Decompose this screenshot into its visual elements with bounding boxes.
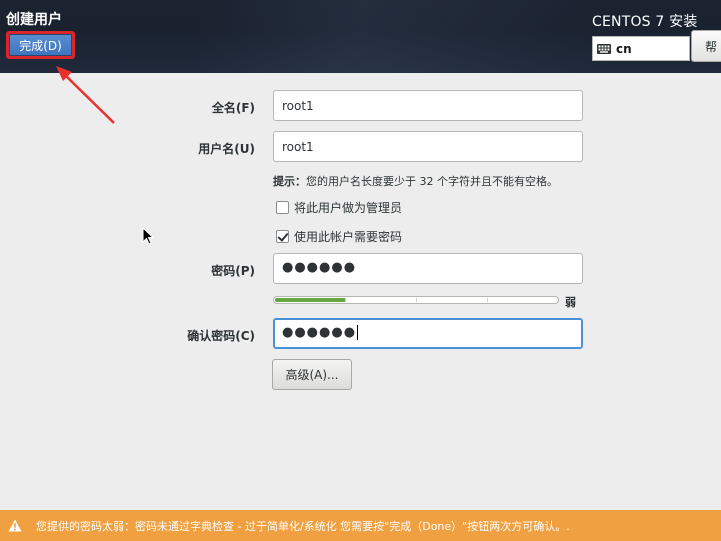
product-title: CENTOS 7 安装 [592,14,698,30]
keyboard-icon [597,43,611,54]
keyboard-layout-indicator[interactable]: cn [592,36,690,61]
text-caret [357,325,359,340]
confirm-password-label: 确认密码(C) [187,329,255,343]
username-label: 用户名(U) [198,142,255,156]
password-strength-bar [273,296,559,304]
confirm-password-value: ●●●●●● [282,325,357,340]
advanced-button[interactable]: 高级(A)... [272,359,352,390]
admin-checkbox-label: 将此用户做为管理员 [294,201,403,215]
warning-icon [8,519,22,532]
hint-bold: 提示： [273,175,306,188]
admin-checkbox[interactable] [276,201,289,214]
require-password-checkbox-label: 使用此帐户需要密码 [294,230,403,244]
strength-divider [345,298,346,302]
warning-text: 您提供的密码太弱：密码未通过字典检查 - 过于简单化/系统化 您需要按"完成（D… [36,519,570,533]
strength-divider [487,298,488,302]
password-input[interactable]: ●●●●●● [273,253,583,284]
page-title: 创建用户 [6,12,62,28]
require-password-checkbox[interactable] [276,230,289,243]
done-button[interactable]: 完成(D) [6,31,75,59]
username-input[interactable]: root1 [273,131,583,162]
warning-bar[interactable]: 您提供的密码太弱：密码未通过字典检查 - 过于简单化/系统化 您需要按"完成（D… [0,510,721,541]
admin-checkbox-row[interactable]: 将此用户做为管理员 [276,199,402,216]
password-strength-text: 弱 [565,296,576,309]
keyboard-layout-text: cn [616,41,632,56]
mouse-pointer-icon [142,227,154,245]
username-hint: 提示：您的用户名长度要少于 32 个字符并且不能有空格。 [273,173,558,189]
strength-fill [275,298,346,302]
confirm-password-input[interactable]: ●●●●●● [273,318,583,349]
top-header: 创建用户 完成(D) CENTOS 7 安装 cn 帮 [0,0,721,73]
require-password-checkbox-row[interactable]: 使用此帐户需要密码 [276,228,402,245]
help-button[interactable]: 帮 [691,30,721,62]
fullname-input[interactable]: root1 [273,90,583,121]
hint-text: 您的用户名长度要少于 32 个字符并且不能有空格。 [306,175,558,188]
password-label: 密码(P) [211,264,255,278]
fullname-label: 全名(F) [211,101,255,115]
strength-divider [416,298,417,302]
